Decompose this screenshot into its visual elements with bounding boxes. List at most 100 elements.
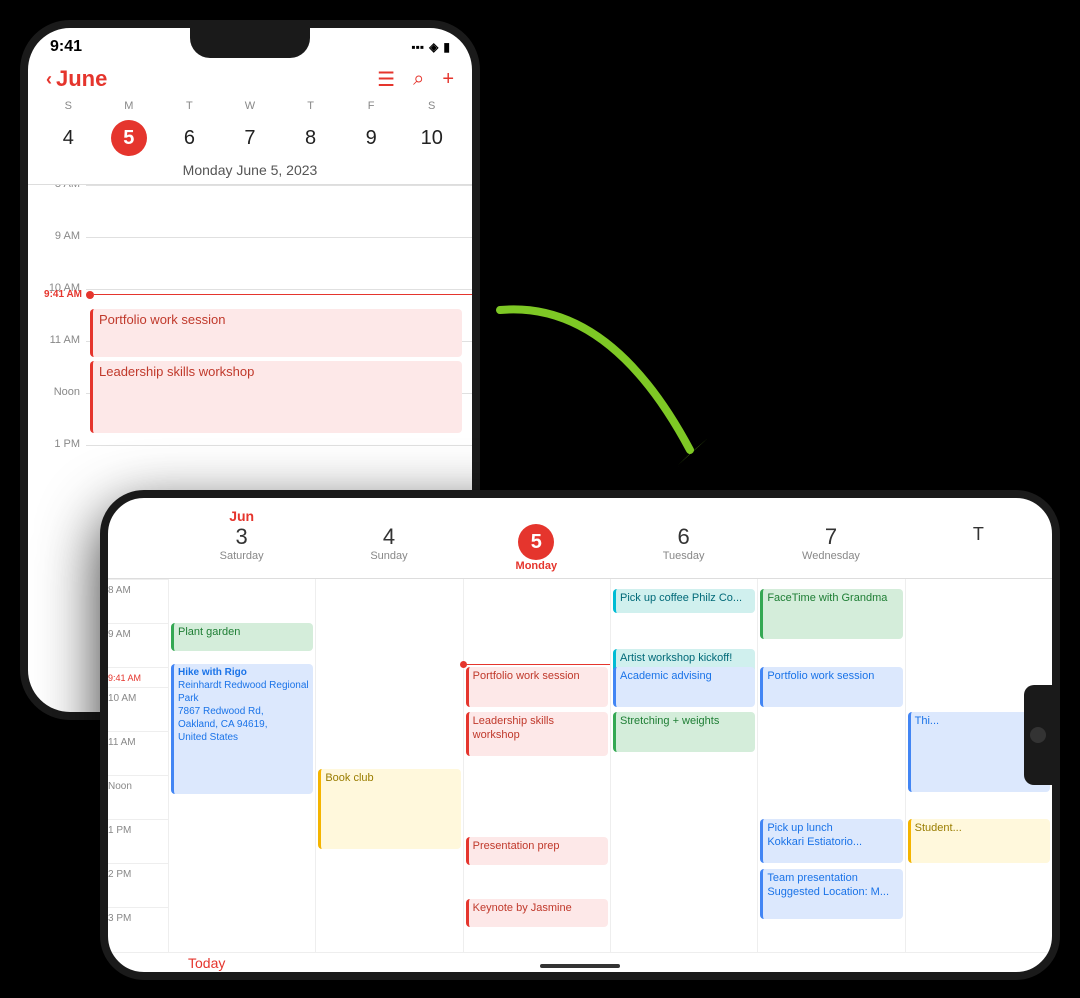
day-label-s1: S	[38, 100, 99, 116]
time-label-noon: Noon	[28, 387, 86, 398]
day-num-5-today[interactable]: 5	[111, 120, 147, 156]
event-student[interactable]: Student...	[908, 819, 1050, 863]
day-col-tue[interactable]: Pick up coffee Philz Co... Artist worksh…	[610, 579, 757, 952]
event-team-presentation[interactable]: Team presentationSuggested Location: M..…	[760, 869, 902, 919]
day-col-wed-inner: FaceTime with Grandma Portfolio work ses…	[758, 579, 904, 952]
list-icon[interactable]: ☰	[377, 67, 395, 92]
col-day-sat: Saturday	[168, 550, 315, 562]
event-label: Artist workshop kickoff!	[620, 652, 732, 664]
event-label-main: Hike with Rigo	[178, 666, 309, 679]
notch	[190, 28, 310, 58]
event-label: Portfolio work session	[99, 312, 225, 327]
day-col-sat[interactable]: Plant garden Hike with Rigo Reinhardt Re…	[168, 579, 315, 952]
time-row-9am: 9 AM	[28, 237, 472, 289]
col-day-tue: Tuesday	[610, 550, 757, 562]
chevron-left-icon: ‹	[46, 69, 52, 90]
event-leadership-portrait[interactable]: Leadership skills workshop	[90, 361, 462, 433]
wifi-icon: ◈	[429, 40, 438, 54]
current-time-dot-landscape	[460, 661, 467, 668]
time-line-1pm	[86, 445, 472, 446]
event-presentation-prep[interactable]: Presentation prep	[466, 837, 608, 865]
time-label-8am: 8 AM	[28, 185, 86, 190]
col-num-5-today: 5	[518, 524, 554, 560]
day-num-8[interactable]: 8	[293, 120, 329, 156]
col-header-mon[interactable]: . 5 Monday	[463, 506, 610, 574]
event-label-sub: Reinhardt Redwood Regional Park	[178, 679, 309, 705]
event-keynote-jasmine[interactable]: Keynote by Jasmine	[466, 899, 608, 927]
col-month-empty1: .	[315, 508, 462, 524]
event-portfolio-portrait[interactable]: Portfolio work session	[90, 309, 462, 357]
event-plant-garden[interactable]: Plant garden	[171, 623, 313, 651]
col-month-empty2: .	[463, 508, 610, 524]
time-line-8am	[86, 185, 472, 186]
day-col-wed[interactable]: FaceTime with Grandma Portfolio work ses…	[757, 579, 904, 952]
day-col-tue-inner: Pick up coffee Philz Co... Artist worksh…	[611, 579, 757, 952]
event-label: Academic advising	[620, 670, 712, 682]
event-label: Book club	[325, 772, 373, 784]
col-num-8-t: T	[905, 524, 1052, 545]
event-facetime-grandma[interactable]: FaceTime with Grandma	[760, 589, 902, 639]
search-icon[interactable]: ⌕	[413, 68, 424, 91]
month-back[interactable]: ‹ June	[46, 66, 107, 92]
time-row-8am: 8 AM	[28, 185, 472, 237]
day-label-s2: S	[401, 100, 462, 116]
event-leadership-mon[interactable]: Leadership skillsworkshop	[466, 712, 608, 756]
event-label: Team presentationSuggested Location: M..…	[767, 872, 889, 898]
event-label: Pick up coffee Philz Co...	[620, 592, 742, 604]
event-portfolio-wed[interactable]: Portfolio work session	[760, 667, 902, 707]
ts-9am: 9 AM	[108, 623, 168, 667]
col-month-jun: Jun	[168, 508, 315, 524]
col-num-4: 4	[315, 524, 462, 550]
day-col-sat-inner: Plant garden Hike with Rigo Reinhardt Re…	[169, 579, 315, 952]
event-hike-rigo[interactable]: Hike with Rigo Reinhardt Redwood Regiona…	[171, 664, 313, 794]
day-num-4[interactable]: 4	[50, 120, 86, 156]
day-num-7[interactable]: 7	[232, 120, 268, 156]
event-label: Stretching + weights	[620, 715, 719, 727]
event-pickup-coffee[interactable]: Pick up coffee Philz Co...	[613, 589, 755, 613]
day-num-6[interactable]: 6	[171, 120, 207, 156]
col-num-7: 7	[757, 524, 904, 550]
day-num-9[interactable]: 9	[353, 120, 389, 156]
green-arrow	[490, 280, 750, 505]
ts-2pm: 2 PM	[108, 863, 168, 907]
day-col-sun[interactable]: Book club	[315, 579, 462, 952]
event-academic-advising[interactable]: Academic advising	[613, 667, 755, 707]
col-header-sat[interactable]: Jun 3 Saturday	[168, 506, 315, 574]
today-button[interactable]: Today	[188, 955, 225, 971]
add-icon[interactable]: +	[442, 68, 454, 91]
event-portfolio-mon[interactable]: Portfolio work session	[466, 667, 608, 707]
event-label-city: Oakland, CA 94619,	[178, 718, 309, 731]
day-label-f: F	[341, 100, 402, 116]
day-col-mon[interactable]: Portfolio work session Leadership skills…	[463, 579, 610, 952]
col-header-thu[interactable]: . T	[905, 506, 1052, 574]
tl-1pm: 1 PM	[108, 825, 137, 836]
bottom-bar: Today	[108, 952, 1052, 972]
event-label: Presentation prep	[473, 840, 560, 852]
event-stretching[interactable]: Stretching + weights	[613, 712, 755, 752]
ts-noon: Noon	[108, 775, 168, 819]
day-label-t2: T	[280, 100, 341, 116]
col-header-sun[interactable]: . 4 Sunday	[315, 506, 462, 574]
day-label-w: W	[220, 100, 281, 116]
event-book-club[interactable]: Book club	[318, 769, 460, 849]
current-time-landscape	[464, 664, 610, 665]
col-header-wed[interactable]: . 7 Wednesday	[757, 506, 904, 574]
event-label-country: United States	[178, 731, 309, 744]
event-label: Student...	[915, 822, 962, 834]
event-pickup-lunch[interactable]: Pick up lunchKokkari Estiatorio...	[760, 819, 902, 863]
week-day-nums: 4 5 6 7 8 9 10	[28, 118, 472, 158]
event-label-addr: 7867 Redwood Rd,	[178, 705, 309, 718]
tl-10am: 10 AM	[108, 693, 142, 704]
col-month-empty5: .	[905, 508, 1052, 524]
event-label: Plant garden	[178, 626, 240, 638]
col-month-empty3: .	[610, 508, 757, 524]
time-line-9am	[86, 237, 472, 238]
col-header-tue[interactable]: . 6 Tuesday	[610, 506, 757, 574]
col-day-sun: Sunday	[315, 550, 462, 562]
day-num-10[interactable]: 10	[414, 120, 450, 156]
date-label: Monday June 5, 2023	[28, 158, 472, 185]
day-label-m: M	[99, 100, 160, 116]
ts-8am: 8 AM	[108, 579, 168, 623]
time-label-11am: 11 AM	[28, 335, 86, 346]
day-label-t1: T	[159, 100, 220, 116]
